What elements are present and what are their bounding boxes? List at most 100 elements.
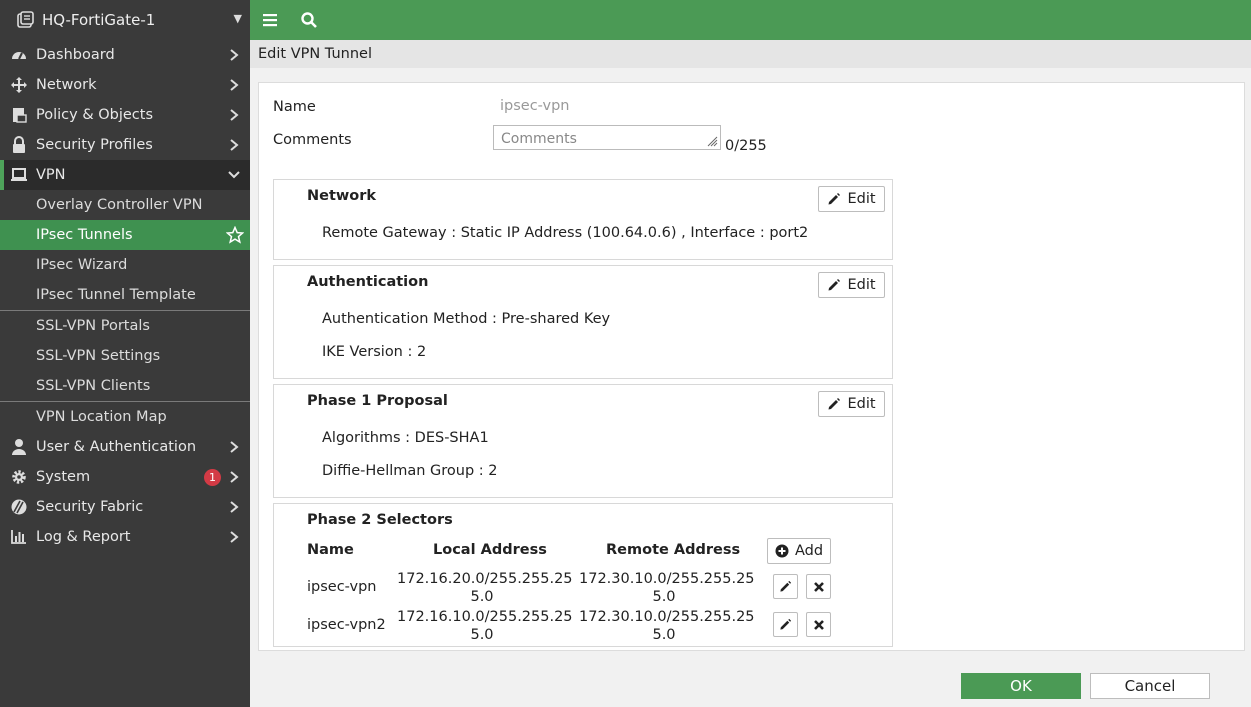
delete-selector-button[interactable] [806, 612, 831, 637]
chevron-right-icon [230, 501, 239, 513]
name-value: ipsec-vpn [500, 98, 570, 114]
button-label: Edit [847, 396, 876, 412]
authentication-edit-button[interactable]: Edit [818, 272, 885, 298]
sidebar-subitem-ssl-vpn-portals[interactable]: SSL-VPN Portals [0, 311, 250, 341]
auth-method-text: Authentication Method : Pre-shared Key [322, 311, 611, 327]
chevron-right-icon [230, 139, 239, 151]
address-line: 172.16.20.0/255.255.25 [397, 571, 573, 587]
address-line: 172.30.10.0/255.255.25 [579, 609, 755, 625]
sidebar-item-label: Security Profiles [36, 137, 153, 153]
network-section: Network Edit Remote Gateway : Static IP … [273, 179, 893, 260]
sidebar-item-system[interactable]: System 1 [0, 462, 250, 492]
sidebar-subitem-label: SSL-VPN Clients [36, 378, 151, 394]
phase2-add-button[interactable]: Add [767, 538, 831, 564]
sidebar-subitem-label: IPsec Tunnels [36, 227, 133, 243]
sidebar-item-dashboard[interactable]: Dashboard [0, 40, 250, 70]
address-line: 5.0 [652, 589, 676, 605]
search-icon[interactable] [300, 11, 318, 29]
pencil-icon [828, 279, 841, 291]
sidebar-subitem-ipsec-tunnels[interactable]: IPsec Tunnels [0, 220, 250, 250]
sidebar-subitem-label: IPsec Wizard [36, 257, 128, 273]
comments-textarea[interactable]: Comments [493, 125, 721, 150]
remote-gateway-text: Remote Gateway : Static IP Address (100.… [322, 225, 809, 241]
close-icon [813, 619, 824, 630]
edit-tunnel-panel: Name ipsec-vpn Comments Comments 0/255 N… [258, 82, 1245, 651]
comments-placeholder: Comments [501, 131, 577, 147]
edit-selector-button[interactable] [773, 612, 798, 637]
policy-icon [10, 106, 28, 124]
section-title: Phase 2 Selectors [307, 512, 453, 528]
phase1-section: Phase 1 Proposal Edit Algorithms : DES-S… [273, 384, 893, 498]
sidebar-item-vpn[interactable]: VPN [0, 160, 250, 190]
remote-address: 172.30.10.0/255.255.25 5.0 [579, 608, 755, 644]
dashboard-icon [10, 46, 28, 64]
sidebar-subitem-label: SSL-VPN Settings [36, 348, 161, 364]
local-address: 172.16.10.0/255.255.25 5.0 [397, 608, 573, 644]
selector-name: ipsec-vpn2 [307, 617, 386, 633]
chevron-down-icon [228, 171, 240, 179]
sidebar-item-label: Log & Report [36, 529, 131, 545]
edit-selector-button[interactable] [773, 574, 798, 599]
sidebar-subitem-ssl-vpn-clients[interactable]: SSL-VPN Clients [0, 371, 250, 401]
phase1-edit-button[interactable]: Edit [818, 391, 885, 417]
phase2-section: Phase 2 Selectors Name Local Address Rem… [273, 503, 893, 647]
chevron-right-icon [230, 49, 239, 61]
laptop-icon [10, 166, 28, 184]
local-address: 172.16.20.0/255.255.25 5.0 [397, 570, 573, 606]
fortigate-device-icon [17, 11, 34, 28]
ok-button[interactable]: OK [961, 673, 1081, 699]
sidebar-item-network[interactable]: Network [0, 70, 250, 100]
resize-handle-icon[interactable] [706, 135, 718, 147]
section-title: Phase 1 Proposal [307, 393, 448, 409]
sidebar-item-label: System [36, 469, 91, 485]
chevron-right-icon [230, 79, 239, 91]
sidebar-item-label: Policy & Objects [36, 107, 154, 123]
selector-name: ipsec-vpn [307, 579, 377, 595]
name-label: Name [273, 99, 316, 115]
plus-circle-icon [775, 544, 789, 558]
sidebar-item-security-profiles[interactable]: Security Profiles [0, 130, 250, 160]
favorite-star-icon[interactable] [226, 226, 244, 244]
sidebar-subitem-label: VPN Location Map [36, 409, 167, 425]
button-label: Edit [847, 191, 876, 207]
sidebar-subitem-overlay-controller-vpn[interactable]: Overlay Controller VPN [0, 190, 250, 220]
sidebar-item-label: Dashboard [36, 47, 115, 63]
address-line: 5.0 [652, 627, 676, 643]
pencil-icon [780, 618, 792, 630]
column-header-name: Name [307, 542, 354, 558]
pencil-icon [828, 398, 841, 410]
sidebar-item-log-report[interactable]: Log & Report [0, 522, 250, 552]
address-line: 172.16.10.0/255.255.25 [397, 609, 573, 625]
chevron-right-icon [230, 441, 239, 453]
authentication-section: Authentication Edit Authentication Metho… [273, 265, 893, 379]
sidebar-subitem-vpn-location-map[interactable]: VPN Location Map [0, 402, 250, 432]
sidebar-item-user-authentication[interactable]: User & Authentication [0, 432, 250, 462]
device-name: HQ-FortiGate-1 [42, 11, 156, 29]
comments-char-count: 0/255 [725, 138, 767, 154]
section-title: Network [307, 188, 377, 204]
cancel-button[interactable]: Cancel [1090, 673, 1210, 699]
pencil-icon [828, 193, 841, 205]
device-selector[interactable]: HQ-FortiGate-1 ▼ [0, 0, 250, 40]
hamburger-menu-icon[interactable] [262, 11, 280, 29]
button-label: Add [794, 543, 824, 559]
address-line: 5.0 [470, 627, 494, 643]
section-title: Authentication [307, 274, 429, 290]
sidebar-item-security-fabric[interactable]: Security Fabric [0, 492, 250, 522]
algorithms-text: Algorithms : DES-SHA1 [322, 430, 489, 446]
address-line: 172.30.10.0/255.255.25 [579, 571, 755, 587]
sidebar-subitem-label: IPsec Tunnel Template [36, 287, 196, 303]
delete-selector-button[interactable] [806, 574, 831, 599]
gear-icon [10, 468, 28, 486]
dh-group-text: Diffie-Hellman Group : 2 [322, 463, 498, 479]
close-icon [813, 581, 824, 592]
sidebar-subitem-ipsec-tunnel-template[interactable]: IPsec Tunnel Template [0, 280, 250, 310]
sidebar-subitem-ipsec-wizard[interactable]: IPsec Wizard [0, 250, 250, 280]
chevron-right-icon [230, 471, 239, 483]
sidebar-item-policy-objects[interactable]: Policy & Objects [0, 100, 250, 130]
sidebar-item-label: User & Authentication [36, 439, 197, 455]
sidebar-subitem-ssl-vpn-settings[interactable]: SSL-VPN Settings [0, 341, 250, 371]
remote-address: 172.30.10.0/255.255.25 5.0 [579, 570, 755, 606]
network-edit-button[interactable]: Edit [818, 186, 885, 212]
ike-version-text: IKE Version : 2 [322, 344, 427, 360]
